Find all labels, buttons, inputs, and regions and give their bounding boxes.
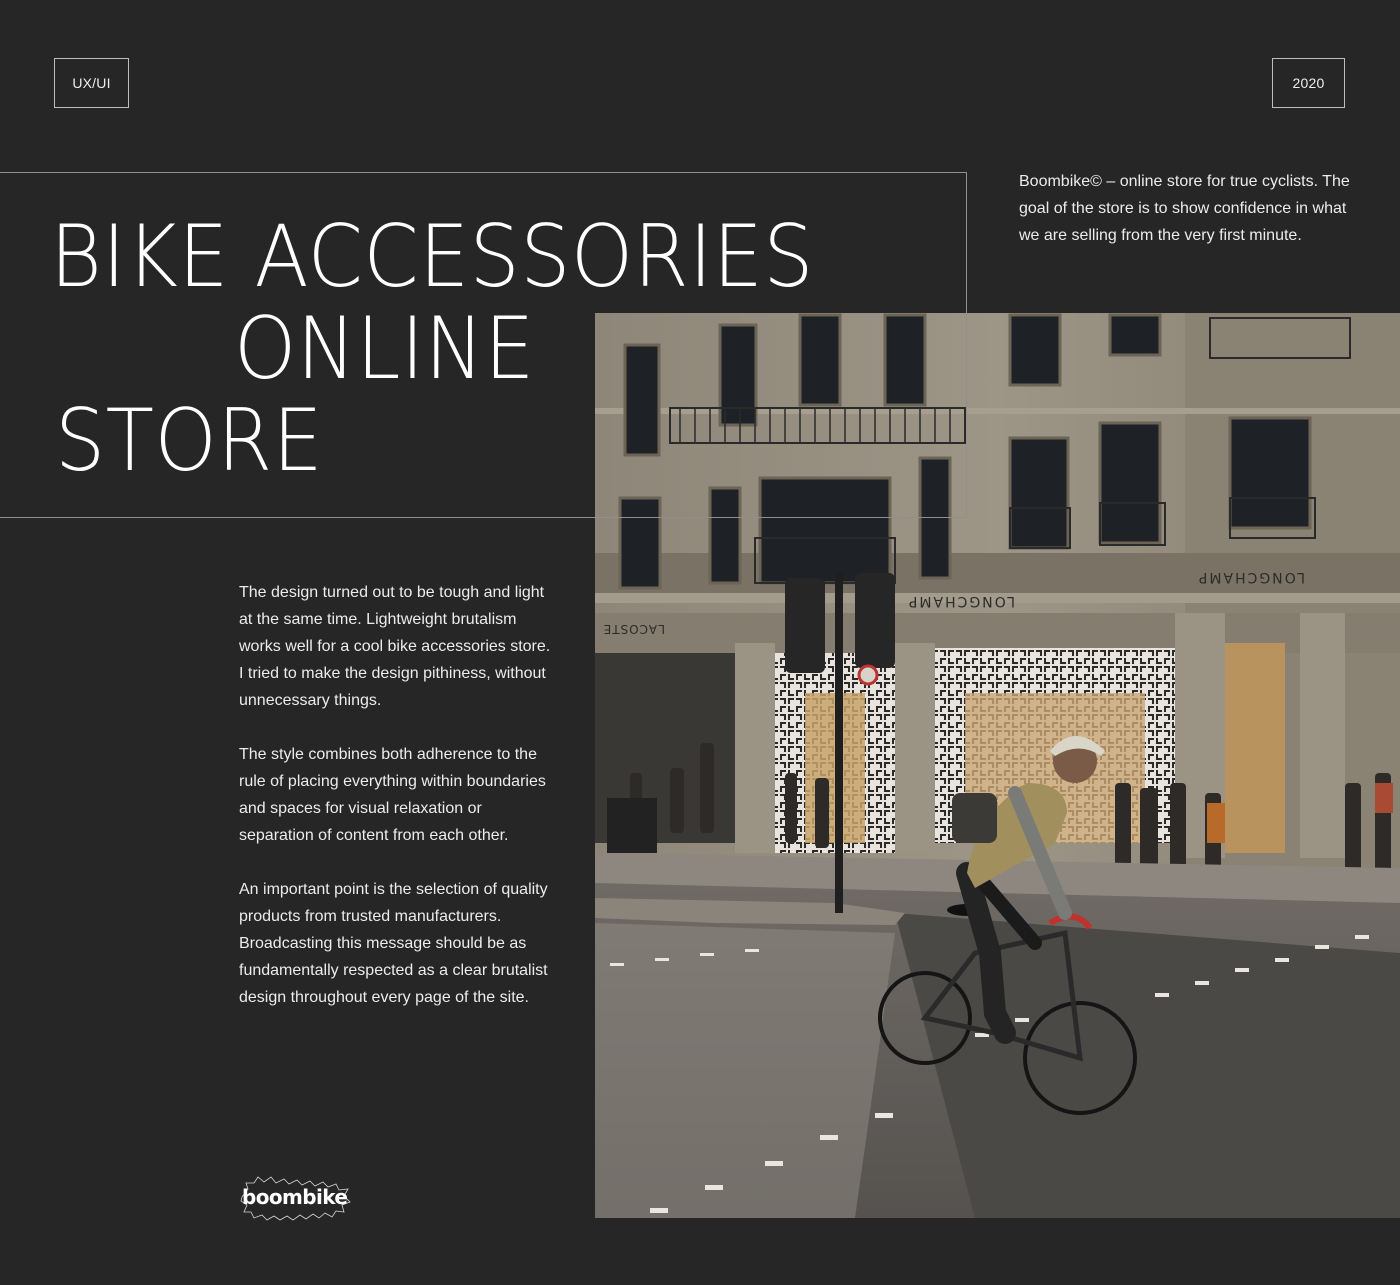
boombike-logo: boombike xyxy=(240,1175,352,1221)
category-tag: UX/UI xyxy=(54,58,129,108)
description-paragraph-1: The design turned out to be tough and li… xyxy=(239,584,551,709)
svg-text:LONGCHAMP: LONGCHAMP xyxy=(907,593,1015,609)
hero-title-line-1: BIKE ACCESSORIES xyxy=(50,207,814,307)
description: The design turned out to be tough and li… xyxy=(239,579,559,1038)
svg-text:LACOSTE: LACOSTE xyxy=(603,622,665,636)
description-paragraph-3: An important point is the selection of q… xyxy=(239,881,548,1006)
hero-photo: LONGCHAMP LACOSTE LONGCHAMP xyxy=(595,313,1400,1218)
logo-wordmark: boombike xyxy=(242,1185,348,1209)
hero-title-line-2: ONLINE xyxy=(234,299,535,399)
intro-text: Boombike© – online store for true cyclis… xyxy=(1019,173,1350,244)
hero-title-line-3: STORE xyxy=(55,391,324,491)
svg-text:LONGCHAMP: LONGCHAMP xyxy=(1197,569,1305,585)
year-tag: 2020 xyxy=(1272,58,1345,108)
description-paragraph-2: The style combines both adherence to the… xyxy=(239,746,546,844)
